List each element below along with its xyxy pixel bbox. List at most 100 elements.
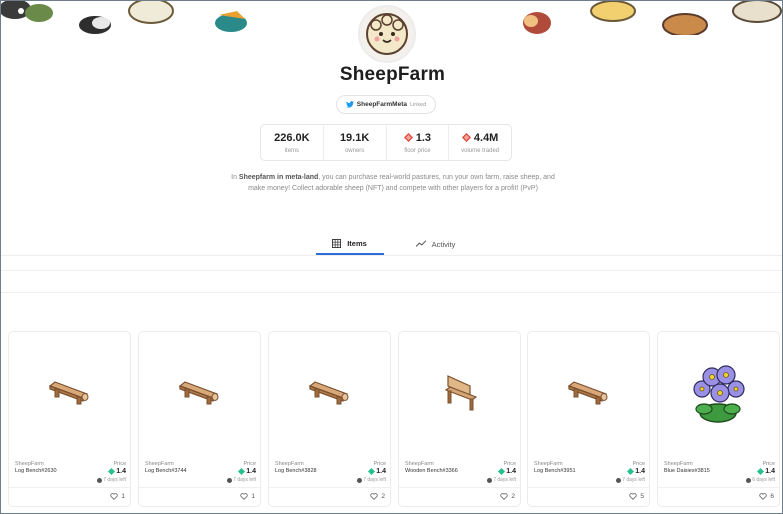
stat-volume-traded: 4.4M volume traded bbox=[449, 125, 511, 160]
item-collection: SheepFarm bbox=[15, 461, 44, 467]
item-like-button[interactable]: 6 bbox=[759, 493, 774, 500]
item-price-value: 1.4 bbox=[635, 468, 645, 475]
item-price-label: Price bbox=[373, 461, 386, 467]
stat-label: owners bbox=[344, 147, 365, 154]
tab-label: Activity bbox=[431, 239, 456, 249]
item-like-button[interactable]: 5 bbox=[629, 493, 644, 500]
grid-icon bbox=[332, 238, 342, 248]
log-bench-image bbox=[308, 381, 348, 405]
item-like-count: 6 bbox=[770, 493, 774, 500]
item-price-label: Price bbox=[243, 461, 256, 467]
filter-divider bbox=[1, 270, 782, 271]
stat-value: 4.4M bbox=[473, 131, 499, 144]
item-card[interactable]: SheepFarm Log Bench#2630 Price 1.4 7 days le… bbox=[8, 331, 131, 507]
item-name: Log Bench#3828 bbox=[275, 468, 317, 474]
heart-icon bbox=[110, 493, 118, 500]
item-collection: SheepFarm bbox=[405, 461, 434, 467]
collection-stats: 226.0K items 19.1K owners 1.3 floor pric… bbox=[260, 124, 512, 161]
item-card[interactable]: SheepFarm Log Bench#3951 Price 1.4 7 days le… bbox=[527, 331, 650, 507]
item-card[interactable]: SheepFarm Log Bench#3744 Price 1.4 7 days le… bbox=[138, 331, 261, 507]
item-time-left-text: 7 days left bbox=[233, 477, 256, 483]
item-image[interactable] bbox=[269, 332, 390, 452]
item-image[interactable] bbox=[528, 332, 649, 452]
heart-icon bbox=[370, 493, 378, 500]
item-price-label: Price bbox=[503, 461, 516, 467]
item-card[interactable]: SheepFarm Log Bench#3828 Price 1.4 7 days le… bbox=[268, 331, 391, 507]
item-price-value: 1.4 bbox=[376, 468, 386, 475]
item-like-count: 1 bbox=[251, 493, 255, 500]
stat-value: 226.0K bbox=[274, 131, 310, 144]
item-price-value: 1.4 bbox=[765, 468, 775, 475]
item-like-count: 2 bbox=[381, 493, 385, 500]
token-icon bbox=[238, 467, 246, 476]
token-icon bbox=[627, 467, 635, 476]
clock-icon bbox=[97, 477, 103, 483]
item-price: 1.4 bbox=[108, 467, 126, 476]
token-icon bbox=[368, 467, 376, 476]
tab-activity[interactable]: Activity bbox=[402, 233, 470, 255]
card-divider bbox=[139, 487, 260, 488]
item-time-left-text: 7 days left bbox=[363, 477, 386, 483]
clock-icon bbox=[227, 477, 233, 483]
item-card[interactable]: SheepFarm Wooden Bench#3366 Price 1.4 7 days… bbox=[398, 331, 521, 507]
item-name: Log Bench#3951 bbox=[534, 468, 576, 474]
item-image[interactable] bbox=[658, 332, 779, 452]
item-price: 1.4 bbox=[498, 467, 516, 476]
token-icon bbox=[498, 467, 506, 476]
item-price-label: Price bbox=[632, 461, 645, 467]
item-like-button[interactable]: 1 bbox=[240, 493, 255, 500]
item-image[interactable] bbox=[9, 332, 130, 452]
item-time-left-text: 7 days left bbox=[622, 477, 645, 483]
filter-divider bbox=[1, 292, 782, 293]
collection-avatar bbox=[358, 5, 416, 63]
item-collection: SheepFarm bbox=[145, 461, 174, 467]
twitter-handle: SheepFarmMeta bbox=[356, 101, 407, 108]
card-divider bbox=[658, 487, 779, 488]
tab-items[interactable]: Items bbox=[315, 233, 384, 255]
card-divider bbox=[528, 487, 649, 488]
item-time-left: 7 days left bbox=[616, 477, 645, 483]
item-like-button[interactable]: 2 bbox=[500, 493, 515, 500]
clock-icon bbox=[616, 477, 622, 483]
item-like-count: 1 bbox=[121, 493, 125, 500]
tab-divider bbox=[1, 255, 782, 256]
stat-owners: 19.1K owners bbox=[324, 125, 387, 160]
item-time-left: 7 days left bbox=[487, 477, 516, 483]
stat-value: 1.3 bbox=[415, 131, 432, 144]
item-time-left: 7 days left bbox=[357, 477, 386, 483]
token-icon bbox=[108, 467, 116, 476]
description-highlight: Sheepfarm in meta-land bbox=[238, 174, 319, 181]
item-image[interactable] bbox=[139, 332, 260, 452]
item-image[interactable] bbox=[399, 332, 520, 452]
tab-label: Items bbox=[347, 238, 367, 248]
twitter-linked-status: Linked bbox=[410, 101, 427, 108]
clock-icon bbox=[746, 477, 752, 483]
item-like-count: 5 bbox=[640, 493, 644, 500]
clock-icon bbox=[487, 477, 493, 483]
heart-icon bbox=[629, 493, 637, 500]
item-collection: SheepFarm bbox=[664, 461, 693, 467]
item-like-button[interactable]: 1 bbox=[110, 493, 125, 500]
stat-items: 226.0K items bbox=[261, 125, 324, 160]
item-name: Log Bench#2630 bbox=[15, 468, 57, 474]
token-icon bbox=[757, 467, 765, 476]
twitter-icon bbox=[345, 101, 354, 108]
heart-icon bbox=[500, 493, 508, 500]
token-icon bbox=[461, 133, 471, 142]
item-name: Blue Daisies#3815 bbox=[664, 468, 710, 474]
collection-title: SheepFarm bbox=[339, 64, 446, 85]
token-icon bbox=[403, 133, 413, 142]
item-card[interactable]: SheepFarm Blue Daisies#3815 Price 1.4 6 days… bbox=[657, 331, 780, 507]
description-text: In bbox=[231, 174, 239, 181]
item-like-button[interactable]: 2 bbox=[370, 493, 385, 500]
item-grid: SheepFarm Log Bench#2630 Price 1.4 7 days le… bbox=[8, 331, 782, 507]
card-divider bbox=[9, 487, 130, 488]
activity-icon bbox=[415, 240, 426, 247]
sheep-logo-icon bbox=[366, 13, 408, 55]
item-time-left: 6 days left bbox=[746, 477, 775, 483]
heart-icon bbox=[240, 493, 248, 500]
twitter-link[interactable]: SheepFarmMeta Linked bbox=[336, 95, 436, 114]
stat-value: 19.1K bbox=[339, 131, 370, 144]
item-price-label: Price bbox=[113, 461, 126, 467]
heart-icon bbox=[759, 493, 767, 500]
